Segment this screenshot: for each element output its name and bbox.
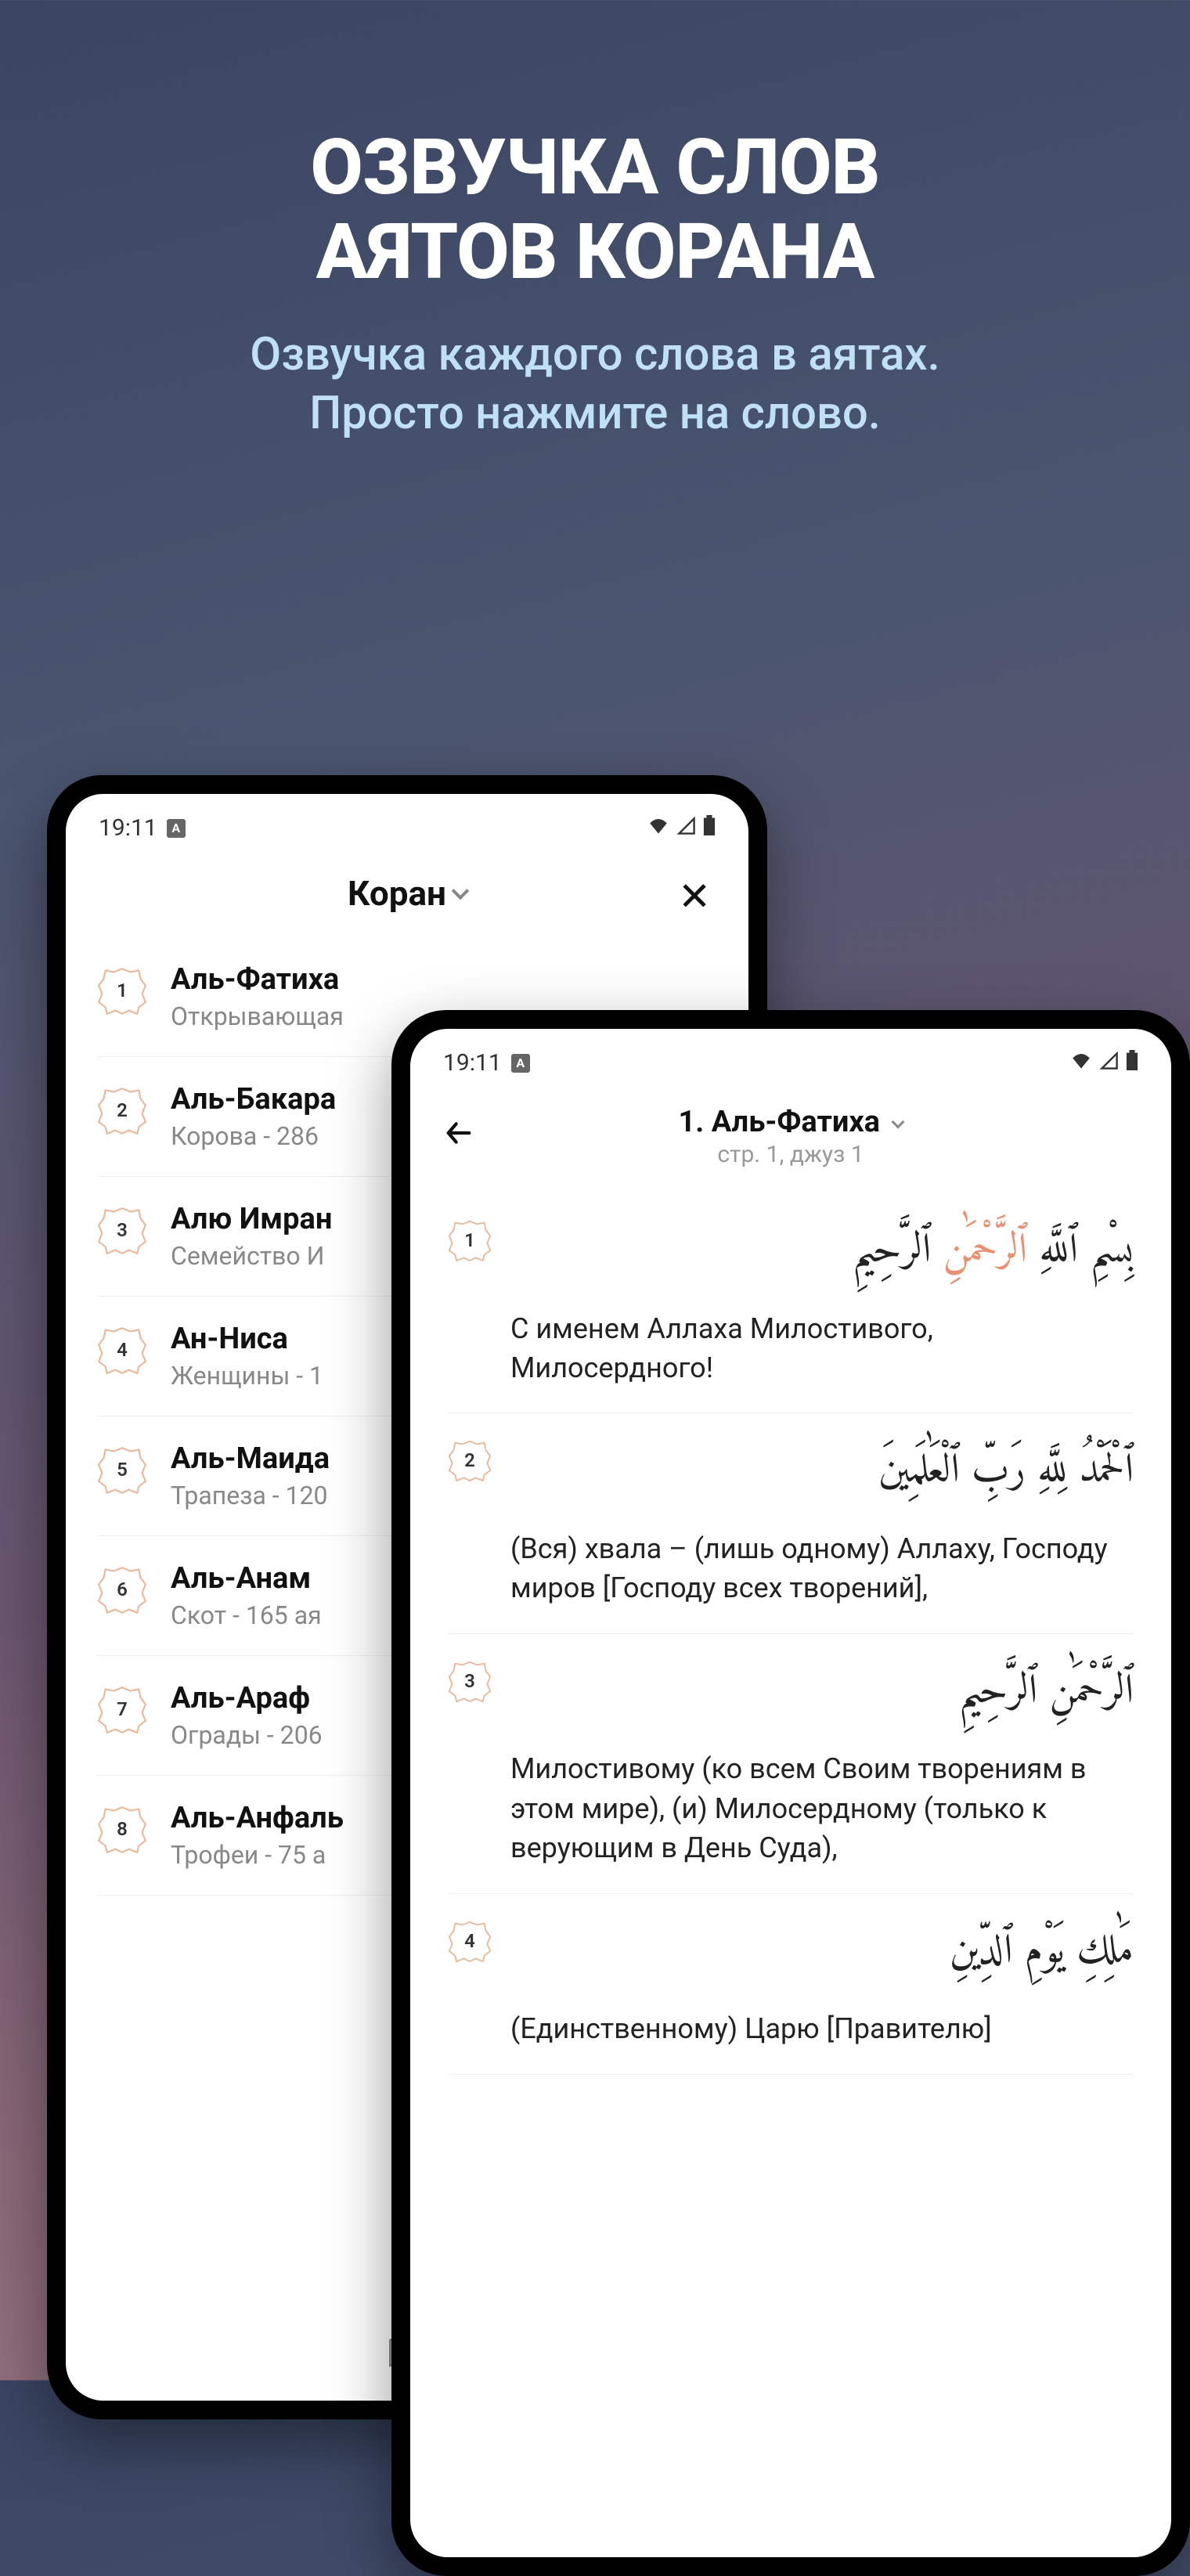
surah-number-badge: 6 [97,1564,147,1615]
hero-subtitle: Озвучка каждого слова в аятах. Просто на… [0,326,1190,444]
hero-title-line2: АЯТОВ КОРАНА [0,210,1190,294]
ayah-arabic[interactable]: ٱلرَّحْمَٰنِ ٱلرَّحِيمِ [510,1656,1134,1730]
surah-list-title-button[interactable]: Коран [348,873,467,914]
back-button[interactable] [443,1117,474,1157]
surah-desc: Корова - 286 [171,1121,336,1151]
ayah-item: 1 بِسْمِ ٱللَّهِ ٱلرَّحْمَٰنِ ٱلرَّحِيمِ… [448,1193,1134,1413]
ayah-number: 4 [464,1930,475,1952]
surah-name: Аль-Анам [171,1561,322,1596]
surah-number-badge: 7 [97,1684,147,1734]
surah-name: Ан-Ниса [171,1322,323,1356]
signal-icon [1099,1049,1120,1077]
surah-item-text: Аль-Араф Ограды - 206 [171,1681,323,1750]
chevron-down-icon [452,882,470,900]
statusbar-front: 19:11 A [410,1029,1171,1084]
battery-icon [1126,1049,1138,1077]
arabic-word[interactable]: ٱلرَّحِيمِ [852,1216,943,1287]
surah-item-text: Аль-Бакара Корова - 286 [171,1082,336,1151]
battery-icon [703,814,716,842]
surah-name: Алю Имран [171,1202,332,1236]
surah-desc: Открывающая [171,1001,344,1031]
hero-title-line1: ОЗВУЧКА СЛОВ [0,125,1190,210]
surah-number-badge: 3 [97,1205,147,1255]
surah-name: Аль-Фатиха [171,962,344,997]
close-button[interactable]: ✕ [678,878,711,917]
surah-number: 8 [117,1818,128,1840]
ayah-number: 1 [464,1229,475,1251]
surah-number-badge: 4 [97,1325,147,1375]
surah-desc: Ограды - 206 [171,1720,323,1750]
surah-number-badge: 5 [97,1445,147,1495]
surah-item-text: Аль-Маида Трапеза - 120 [171,1441,330,1510]
wifi-icon [1069,1049,1093,1077]
surah-item-text: Аль-Фатиха Открывающая [171,962,344,1031]
surah-number-badge: 8 [97,1804,147,1854]
surah-page-info: стр. 1, джуз 1 [498,1141,1084,1168]
ayah-number-badge: 1 [448,1218,492,1262]
ayah-number-badge: 3 [448,1659,492,1703]
hero-subtitle-line1: Озвучка каждого слова в аятах. [0,326,1190,384]
surah-title-button[interactable]: 1. Аль-Фатиха стр. 1, джуз 1 [498,1105,1084,1168]
chevron-down-icon [892,1116,905,1129]
ayah-arabic[interactable]: مَٰلِكِ يَوْمِ ٱلدِّينِ [510,1916,1134,1990]
arabic-word-highlighted[interactable]: ٱلرَّحْمَٰنِ [943,1216,1027,1287]
hero: ОЗВУЧКА СЛОВ АЯТОВ КОРАНА Озвучка каждог… [0,0,1190,443]
surah-number: 5 [117,1459,128,1481]
phone-front-frame: 19:11 A 1. Аль-Фатиха [391,1010,1190,2576]
surah-number: 2 [117,1099,128,1121]
ayah-number: 3 [464,1670,475,1692]
arabic-word[interactable]: ٱلْحَمْدُ لِلَّهِ رَبِّ ٱلْعَٰلَمِينَ [878,1436,1134,1507]
phone-front-screen: 19:11 A 1. Аль-Фатиха [410,1029,1171,2557]
surah-name: Аль-Бакара [171,1082,336,1117]
ayah-translation: С именем Аллаха Милостивого, Милосердног… [448,1309,1134,1388]
surah-item-text: Алю Имран Семейство И [171,1202,332,1271]
surah-number: 7 [117,1698,128,1720]
surah-item-text: Ан-Ниса Женщины - 1 [171,1322,323,1391]
arabic-word[interactable]: ٱلرَّحْمَٰنِ ٱلرَّحِيمِ [958,1657,1134,1728]
ayah-list[interactable]: 1 بِسْمِ ٱللَّهِ ٱلرَّحْمَٰنِ ٱلرَّحِيمِ… [410,1178,1171,2075]
ayah-item: 3 ٱلرَّحْمَٰنِ ٱلرَّحِيمِ Милостивому (к… [448,1634,1134,1894]
status-time-front: 19:11 [443,1049,502,1077]
surah-number-badge: 1 [97,965,147,1016]
ayah-number-badge: 2 [448,1438,492,1482]
wifi-icon [647,814,670,842]
surah-number-badge: 2 [97,1085,147,1135]
surah-desc: Трофеи - 75 а [171,1840,344,1870]
arabic-word[interactable]: بِسْمِ ٱللَّهِ [1027,1216,1134,1287]
surah-item-text: Аль-Анфаль Трофеи - 75 а [171,1801,344,1870]
surah-list-header: Коран ✕ [66,850,748,929]
surah-number: 1 [117,980,128,1001]
ayah-arabic[interactable]: بِسْمِ ٱللَّهِ ٱلرَّحْمَٰنِ ٱلرَّحِيمِ [510,1215,1134,1289]
surah-number: 6 [117,1578,128,1600]
surah-desc: Женщины - 1 [171,1361,323,1391]
statusbar: 19:11 A [66,794,748,850]
surah-list-title: Коран [348,873,446,914]
ayah-translation: (Вся) хвала – (лишь одному) Аллаху, Госп… [448,1529,1134,1608]
surah-name: Аль-Маида [171,1441,330,1476]
ayah-translation: Милостивому (ко всем Своим творениям в э… [448,1749,1134,1867]
signal-icon [676,814,697,842]
surah-number: 4 [117,1339,128,1361]
ayah-arabic[interactable]: ٱلْحَمْدُ لِلَّهِ رَبِّ ٱلْعَٰلَمِينَ [510,1435,1134,1509]
ayah-item: 2 ٱلْحَمْدُ لِلَّهِ رَبِّ ٱلْعَٰلَمِينَ … [448,1413,1134,1633]
hero-subtitle-line2: Просто нажмите на слово. [0,384,1190,443]
keyboard-icon: A [167,819,186,838]
ayah-number-badge: 4 [448,1919,492,1963]
surah-item-text: Аль-Анам Скот - 165 ая [171,1561,322,1630]
surah-header: 1. Аль-Фатиха стр. 1, джуз 1 [410,1084,1171,1178]
status-time: 19:11 [99,814,157,842]
surah-desc: Семейство И [171,1241,332,1271]
surah-desc: Трапеза - 120 [171,1481,330,1510]
hero-title: ОЗВУЧКА СЛОВ АЯТОВ КОРАНА [0,125,1190,294]
ayah-translation: (Единственному) Царю [Правителю] [448,2009,1134,2048]
surah-title: 1. Аль-Фатиха [679,1105,881,1139]
surah-desc: Скот - 165 ая [171,1600,322,1630]
surah-name: Аль-Анфаль [171,1801,344,1835]
ayah-number: 2 [464,1449,475,1471]
surah-name: Аль-Араф [171,1681,323,1716]
surah-number: 3 [117,1219,128,1241]
ayah-item: 4 مَٰلِكِ يَوْمِ ٱلدِّينِ (Единственному… [448,1894,1134,2075]
keyboard-icon: A [511,1054,530,1073]
arabic-word[interactable]: مَٰلِكِ يَوْمِ ٱلدِّينِ [950,1917,1134,1988]
